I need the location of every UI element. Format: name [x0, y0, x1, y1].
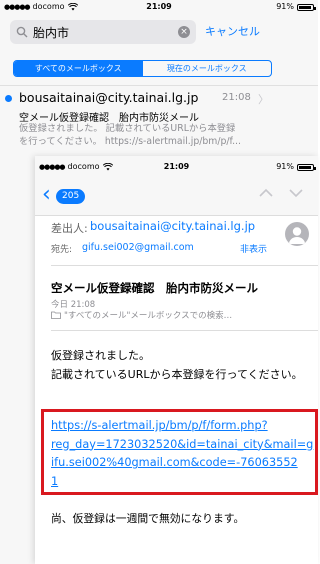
chevron-down-icon[interactable] — [289, 186, 303, 200]
status-bar: ●●●●● docomo 21:09 91% — [35, 156, 318, 178]
from-label: 差出人: — [51, 222, 88, 235]
chevron-up-icon[interactable] — [259, 186, 273, 200]
search-result-item[interactable]: bousaitainai@city.tainai.lg.jp 21:08 〉 空… — [0, 85, 318, 157]
cancel-button[interactable]: キャンセル — [205, 23, 260, 39]
divider — [51, 265, 318, 266]
message-count-badge[interactable]: 205 — [56, 189, 86, 204]
to-label: 宛先: — [51, 245, 73, 255]
body-text: 記載されているURLから本登録を行ってください。 — [51, 366, 303, 382]
link-line[interactable]: ifu.sei002%40gmail.com&code=-76063552 — [51, 454, 315, 473]
hide-details-link[interactable]: 非表示 — [240, 242, 267, 255]
message-subject: 空メール仮登録確認 胎内市防災メール — [51, 281, 258, 295]
search-input[interactable] — [33, 25, 163, 39]
battery-icon — [297, 163, 316, 171]
message-nav-bar: ‹ 205 — [35, 178, 318, 216]
result-preview-line: を行ってください。 https://s-alertmail.jp/bm/p/f.… — [19, 136, 241, 147]
status-bar: ●●●●● docomo 21:09 91% — [0, 0, 318, 14]
result-preview-line: 仮登録されました。 記載されているURLから本登録 — [19, 123, 236, 134]
highlight-box: https://s-alertmail.jp/bm/p/f/form.php? … — [41, 409, 318, 495]
battery-icon — [297, 3, 316, 11]
body-text: 尚、仮登録は一週間で無効になります。 — [51, 512, 245, 525]
status-time: 21:09 — [146, 2, 172, 11]
search-icon — [16, 26, 28, 38]
recipient-address[interactable]: gifu.sei002@gmail.com — [82, 242, 194, 253]
battery-percent: 91% — [276, 162, 294, 171]
body-text: 仮登録されました。 — [51, 349, 150, 362]
folder-label: "すべてのメール"メールボックスでの検索… — [64, 311, 233, 321]
link-line[interactable]: reg_day=1723032520&id=tainai_city&mail=g — [51, 436, 315, 455]
scope-current-mailbox[interactable]: 現在のメールボックス — [143, 61, 272, 76]
back-chevron-icon[interactable]: ‹ — [42, 182, 51, 207]
unread-dot-icon — [5, 95, 12, 102]
divider — [51, 330, 318, 331]
clear-search-icon[interactable]: × — [178, 26, 190, 38]
search-field[interactable]: × — [10, 20, 196, 44]
mailbox-scope-segmented-control: すべてのメールボックス 現在のメールボックス — [13, 60, 272, 77]
avatar[interactable] — [285, 222, 309, 246]
result-sender: bousaitainai@city.tainai.lg.jp — [19, 90, 199, 105]
link-line[interactable]: https://s-alertmail.jp/bm/p/f/form.php? — [51, 417, 315, 436]
folder-icon — [51, 311, 61, 319]
registration-link[interactable]: https://s-alertmail.jp/bm/p/f/form.php? … — [51, 417, 315, 491]
body-text-part: 記載されているURLから本登録を行ってくださ — [51, 368, 281, 381]
result-time: 21:08 — [222, 92, 251, 103]
chevron-right-icon: 〉 — [258, 93, 269, 106]
result-preview: 仮登録されました。 記載されているURLから本登録 を行ってください。 http… — [19, 122, 279, 148]
body-text-part: い。 — [280, 368, 303, 381]
message-folder: "すべてのメール"メールボックスでの検索… — [51, 309, 232, 321]
person-icon — [289, 227, 305, 244]
sender-address[interactable]: bousaitainai@city.tainai.lg.jp — [90, 219, 255, 233]
battery-percent: 91% — [276, 2, 294, 11]
link-line[interactable]: 1 — [51, 473, 315, 492]
scope-all-mailboxes[interactable]: すべてのメールボックス — [14, 61, 143, 76]
message-view-screen: ●●●●● docomo 21:09 91% ‹ 205 差出人: bousai… — [35, 156, 318, 564]
